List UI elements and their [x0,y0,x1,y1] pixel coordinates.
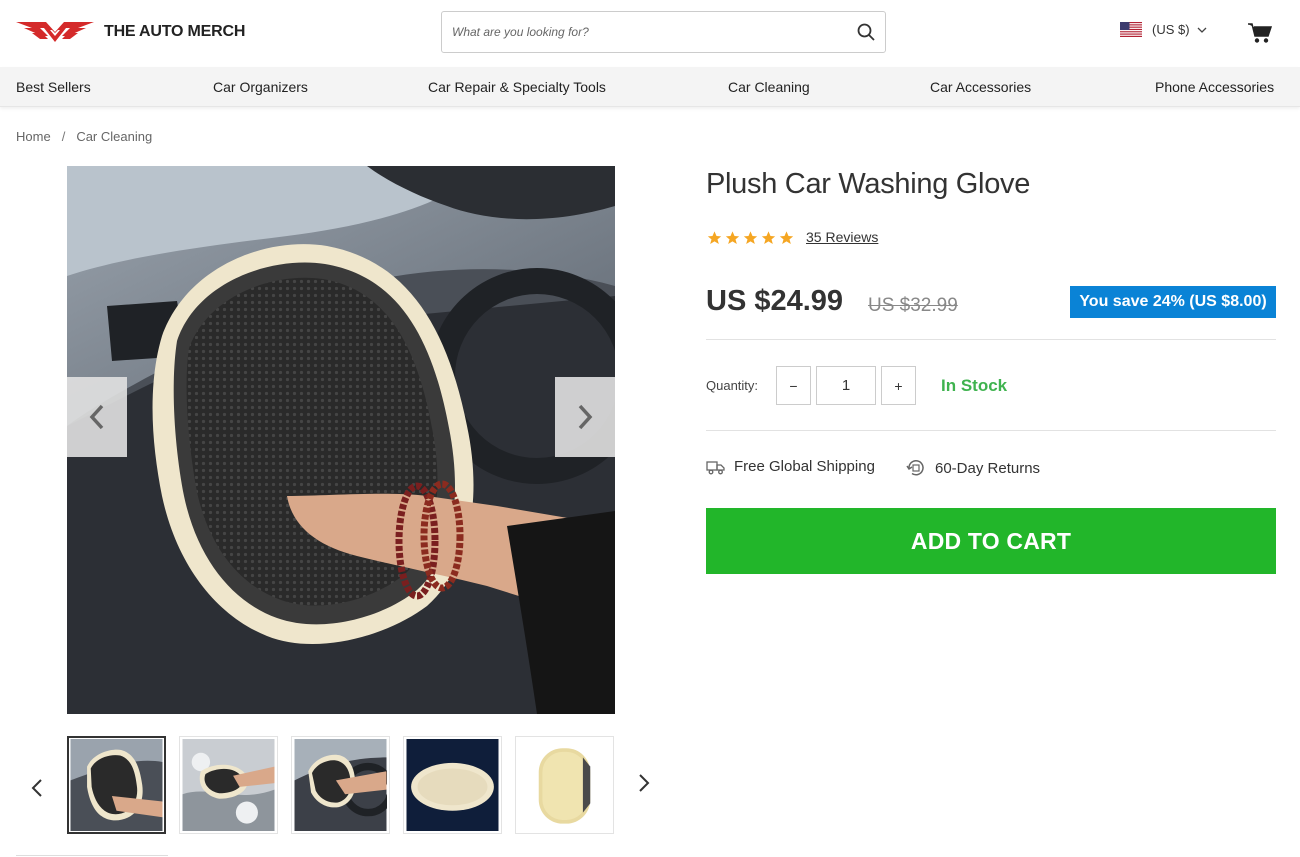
nav-item-car-repair[interactable]: Car Repair & Specialty Tools [428,79,606,95]
breadcrumb-separator: / [61,129,66,144]
chevron-right-icon [639,774,650,792]
winged-logo-icon [16,22,94,42]
nav-item-phone-accessories[interactable]: Phone Accessories [1155,79,1274,95]
search-input[interactable] [452,12,847,52]
thumbnail-5[interactable] [515,736,614,834]
thumbnail-image [182,739,275,831]
returns-label: 60-Day Returns [935,459,1041,477]
star-icon [761,231,776,244]
thumbnail-1[interactable] [67,736,166,834]
thumbnail-image [70,739,163,831]
original-price: US $32.99 [868,295,958,316]
chevron-left-icon [89,404,104,430]
thumbnail-image [406,739,499,831]
image-prev-button[interactable] [67,377,127,457]
divider [16,855,168,856]
nav-item-best-sellers[interactable]: Best Sellers [16,79,91,95]
us-flag-icon [1120,22,1142,37]
thumbnails-prev-button[interactable] [27,773,47,803]
thumbnail-3[interactable] [291,736,390,834]
brand-name: THE AUTO MERCH [104,23,246,40]
shipping-label: Free Global Shipping [734,458,875,475]
cart-icon[interactable] [1248,22,1273,44]
quantity-increase-button[interactable]: + [881,366,916,405]
returns-icon [906,460,924,476]
product-photo [67,166,615,714]
reviews-link[interactable]: 35 Reviews [806,229,878,245]
savings-badge: You save 24% (US $8.00) [1070,286,1276,318]
thumbnails-next-button[interactable] [634,768,654,798]
quantity-decrease-button[interactable]: − [776,366,811,405]
search-box [441,11,886,53]
nav-item-car-organizers[interactable]: Car Organizers [213,79,308,95]
breadcrumb-current[interactable]: Car Cleaning [76,129,152,144]
rating-stars [706,230,796,246]
search-icon[interactable] [855,21,877,43]
divider [706,430,1276,431]
star-icon [779,231,794,244]
thumbnail-image [294,739,387,831]
main-nav: Best Sellers Car Organizers Car Repair &… [0,67,1300,107]
returns-info: 60-Day Returns [906,458,1040,478]
star-icon [725,231,740,244]
star-icon [707,231,722,244]
chevron-left-icon [31,779,42,797]
logo[interactable]: THE AUTO MERCH [16,16,245,48]
stock-status: In Stock [941,376,1008,395]
nav-item-car-cleaning[interactable]: Car Cleaning [728,79,810,95]
star-icon [743,231,758,244]
quantity-label: Quantity: [706,378,759,393]
thumbnail-2[interactable] [179,736,278,834]
image-next-button[interactable] [555,377,615,457]
breadcrumb: Home / Car Cleaning [16,129,152,144]
chevron-down-icon [1197,27,1207,33]
truck-icon [706,460,725,474]
breadcrumb-home[interactable]: Home [16,129,51,144]
thumbnail-image [518,739,611,831]
add-to-cart-button[interactable]: ADD TO CART [706,508,1276,574]
chevron-right-icon [578,404,593,430]
product-title: Plush Car Washing Glove [706,168,1031,200]
shipping-info: Free Global Shipping [706,458,875,475]
nav-item-car-accessories[interactable]: Car Accessories [930,79,1031,95]
current-price: US $24.99 [706,285,844,317]
product-main-image[interactable] [67,166,615,714]
divider [706,339,1276,340]
thumbnail-4[interactable] [403,736,502,834]
currency-label: (US $) [1152,22,1190,37]
currency-selector[interactable]: (US $) [1120,22,1208,37]
quantity-input[interactable] [816,366,876,405]
site-header: THE AUTO MERCH (US $) [0,0,1300,67]
